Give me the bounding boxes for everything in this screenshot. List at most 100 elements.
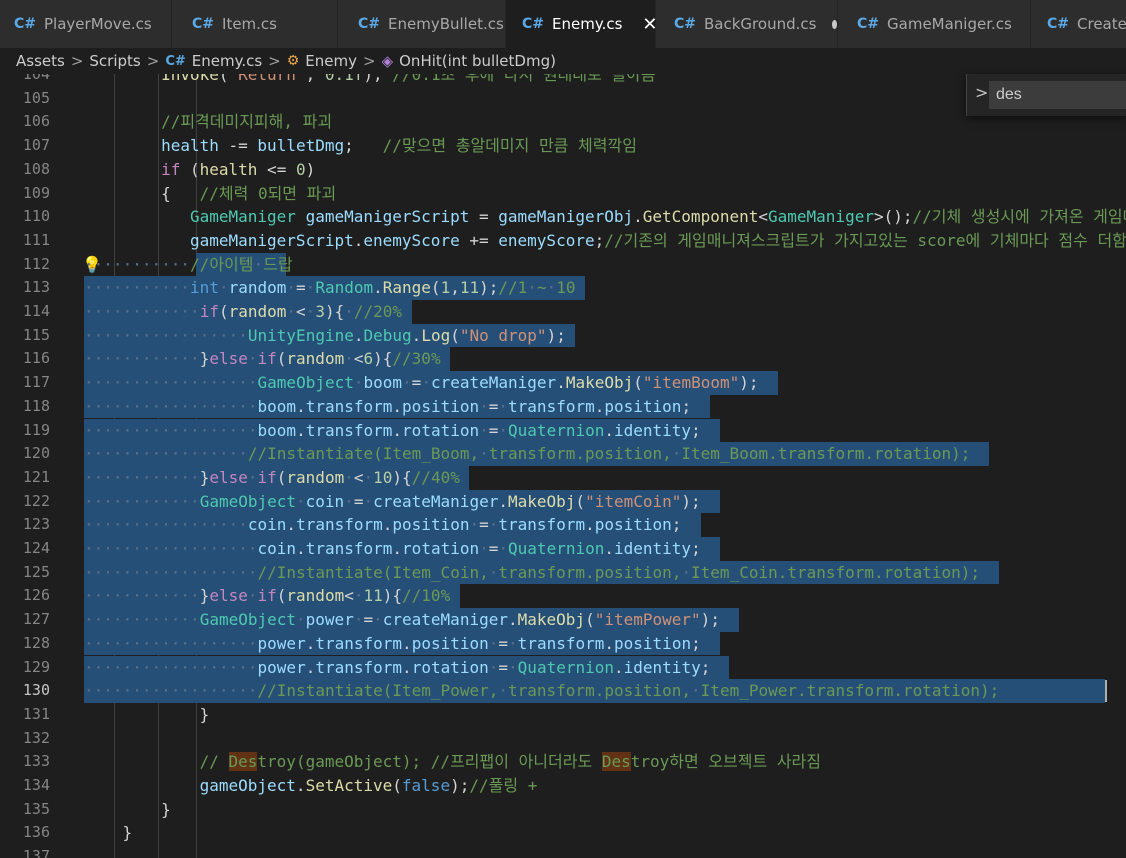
code-line[interactable]: 128 ··················power.transform.pos… <box>0 631 1126 656</box>
code-text: health -= bulletDmg; //맞으면 총알데미지 만큼 체력깍임 <box>161 136 637 156</box>
code-text: // Destroy(gameObject); //프리팹이 아니더라도 Des… <box>199 752 821 772</box>
code-line[interactable]: 136 } <box>0 821 1126 845</box>
tab-label: CreateManiger.cs <box>1077 15 1126 33</box>
csharp-file-icon: C# <box>165 53 186 69</box>
code-line[interactable]: 130 ··················//Instantiate(Item_… <box>0 679 1126 703</box>
line-number: 113 <box>22 278 50 297</box>
code-line[interactable]: 111 gameManigerScript.enemyScore += enem… <box>0 229 1126 253</box>
breadcrumb-item[interactable]: Scripts <box>89 52 140 70</box>
line-number: 114 <box>22 302 50 320</box>
tab-enemy[interactable]: C# Enemy.cs ✕ <box>506 0 658 48</box>
line-number: 133 <box>22 752 50 771</box>
code-line[interactable]: 107 health -= bulletDmg; //맞으면 총알데미지 만큼 … <box>0 134 1126 158</box>
code-line[interactable]: 137 <box>0 845 1126 858</box>
code-line[interactable]: 105 <box>0 87 1126 111</box>
code-line[interactable]: 132 <box>0 727 1126 751</box>
line-number: 104 <box>22 74 50 83</box>
code-line[interactable]: 134 gameObject.SetActive(false);//풀링 + <box>0 774 1126 798</box>
csharp-file-icon: C# <box>522 16 545 32</box>
code-text: ··················//Instantiate(Item_Coi… <box>84 562 981 582</box>
code-line[interactable]: 125 ··················//Instantiate(Item_… <box>0 560 1126 585</box>
line-number: 132 <box>22 728 50 747</box>
line-number: 110 <box>22 207 50 226</box>
code-line[interactable]: 104 Invoke("Return", 0.1f); //0.1초 후에 다시… <box>0 74 1126 87</box>
code-text: ············}else·if(random·<·10){//40% <box>84 467 460 487</box>
code-text: ·················UnityEngine.Debug.Log("… <box>84 325 566 345</box>
tab-label: EnemyBullet.cs <box>388 15 504 33</box>
editor-tab-bar: C# PlayerMove.cs C# Item.cs C# EnemyBullet.cs… <box>0 0 1126 48</box>
code-line[interactable]: 120 ·················//Instantiate(Item_B… <box>0 442 1126 466</box>
breadcrumb-item[interactable]: Enemy <box>305 52 357 70</box>
code-text: ············}else·if(random·<6){//30% <box>84 349 441 369</box>
line-number: 121 <box>22 467 50 486</box>
code-line[interactable]: 119 ··················boom.transform.rota… <box>0 418 1126 443</box>
csharp-file-icon: C# <box>674 16 697 32</box>
code-line[interactable]: 122 ············GameObject·coin·=·createM… <box>0 489 1126 514</box>
tab-createmaniger[interactable]: C# CreateManiger.cs <box>1031 0 1126 48</box>
code-line[interactable]: 124 ··················coin.transform.rota… <box>0 537 1126 561</box>
unsaved-dot-icon[interactable] <box>832 19 837 29</box>
code-text: //피격데미지피해, 파괴 <box>161 112 333 132</box>
breadcrumb-item[interactable]: Enemy.cs <box>192 52 262 70</box>
breadcrumb-item[interactable]: Assets <box>16 52 65 70</box>
code-line[interactable]: 123 ·················coin.transform.posit… <box>0 513 1126 537</box>
code-line[interactable]: 112 💡 ···········//아이템·드랍 <box>0 252 1126 277</box>
code-line[interactable]: 114 ············if(random·<·3){·//20% <box>0 300 1126 324</box>
code-line[interactable]: 116 ············}else·if(random·<6){//30% <box>0 347 1126 372</box>
csharp-file-icon: C# <box>857 16 880 32</box>
line-number: 128 <box>22 633 50 652</box>
tab-item[interactable]: C# Item.cs <box>172 0 338 48</box>
code-line[interactable]: 129 ··················power.transform.rot… <box>0 655 1126 680</box>
line-number: 118 <box>22 396 50 415</box>
csharp-file-icon: C# <box>14 16 37 32</box>
code-line[interactable]: 133 // Destroy(gameObject); //프리팹이 아니더라도… <box>0 750 1126 774</box>
code-line[interactable]: 126 ············}else·if(random<·11){//10… <box>0 584 1126 609</box>
line-number: 127 <box>22 610 50 629</box>
code-text: } <box>122 823 133 843</box>
tab-label: BackGround.cs <box>704 15 817 33</box>
tab-label: Item.cs <box>222 15 277 33</box>
line-number: 136 <box>22 823 50 842</box>
find-input[interactable] <box>989 81 1126 109</box>
code-text: ···········int·random·=·Random.Range(1,1… <box>84 278 576 298</box>
code-editor[interactable]: 104 Invoke("Return", 0.1f); //0.1초 후에 다시… <box>0 74 1126 858</box>
code-text: ············GameObject·power·=·createMan… <box>84 610 720 630</box>
code-text: ··················//Instantiate(Item_Pow… <box>84 681 1000 701</box>
code-text: ··················GameObject·boom·=·crea… <box>84 373 759 393</box>
code-line[interactable]: 131 } <box>0 703 1126 727</box>
tab-background[interactable]: C# BackGround.cs <box>656 0 838 48</box>
breadcrumb-item[interactable]: OnHit(int bulletDmg) <box>399 52 556 70</box>
code-text: if (health <= 0) <box>161 159 316 179</box>
code-line[interactable]: 135 } <box>0 798 1126 822</box>
code-text: } <box>161 799 171 819</box>
line-number: 105 <box>22 88 50 107</box>
code-text: } <box>199 704 210 724</box>
code-line[interactable]: 106 //피격데미지피해, 파괴 <box>0 110 1126 134</box>
tab-gamemaniger[interactable]: C# GameManiger.cs <box>838 0 1031 48</box>
line-number: 109 <box>22 183 50 202</box>
code-text: ···········//아이템·드랍 <box>84 254 293 274</box>
code-line[interactable]: 113 ···········int·random·=·Random.Range(… <box>0 276 1126 300</box>
csharp-file-icon: C# <box>358 16 381 32</box>
tab-label: PlayerMove.cs <box>44 15 152 33</box>
code-line[interactable]: 109 { //체력 0되면 파괴 <box>0 182 1126 206</box>
csharp-file-icon: C# <box>192 16 215 32</box>
code-text: ··················power.transform.rotati… <box>84 657 711 677</box>
tab-enemybullet[interactable]: C# EnemyBullet.cs <box>338 0 506 48</box>
code-line[interactable]: 127 ············GameObject·power·=·create… <box>0 608 1126 632</box>
line-number: 134 <box>22 776 50 794</box>
chevron-right-icon[interactable]: > <box>975 83 988 102</box>
code-line[interactable]: 108 if (health <= 0) <box>0 158 1126 182</box>
csharp-file-icon: C# <box>1047 16 1070 32</box>
code-line[interactable]: 121 ············}else·if(random·<·10){//4… <box>0 465 1126 490</box>
line-number: 116 <box>22 349 50 368</box>
code-line[interactable]: 118 ··················boom.transform.posi… <box>0 394 1126 419</box>
code-line[interactable]: 117 ··················GameObject·boom·=·c… <box>0 371 1126 395</box>
tab-playermove[interactable]: C# PlayerMove.cs <box>0 0 172 48</box>
code-text: gameObject.SetActive(false);//풀링 + <box>199 776 538 795</box>
line-number: 130 <box>22 681 50 700</box>
line-number: 111 <box>22 230 50 249</box>
code-line[interactable]: 115 ·················UnityEngine.Debug.Lo… <box>0 323 1126 348</box>
code-line[interactable]: 110 GameManiger gameManigerScript = game… <box>0 205 1126 229</box>
code-text: ············if(random·<·3){·//20% <box>84 302 403 321</box>
